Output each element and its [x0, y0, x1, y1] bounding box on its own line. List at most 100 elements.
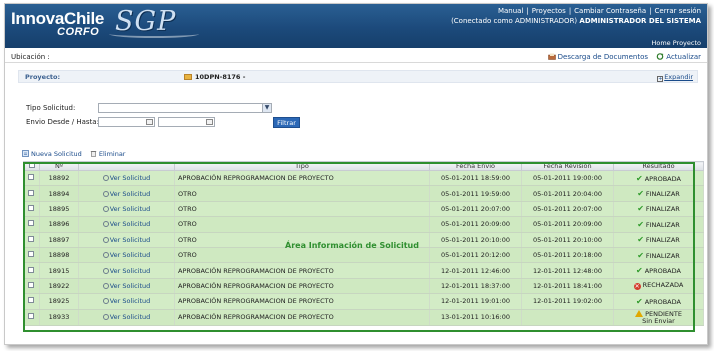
result-status: APROBADA: [613, 262, 704, 279]
row-checkbox[interactable]: [28, 204, 35, 211]
row-select-cell[interactable]: [23, 278, 40, 295]
result-status: FINALIZAR: [613, 185, 704, 202]
calendar-icon[interactable]: [206, 119, 213, 125]
magnifier-icon: [102, 236, 109, 243]
folder-icon: [184, 74, 192, 80]
review-date: 05-01-2011 20:10:00: [521, 232, 614, 248]
chevron-down-icon[interactable]: ▼: [262, 104, 271, 112]
new-request-button[interactable]: Nueva Solicitud: [22, 150, 82, 158]
column-header-tipo[interactable]: Tipo: [174, 161, 430, 171]
check-icon-result: FINALIZAR: [637, 221, 680, 229]
envio-desde-input[interactable]: [98, 117, 155, 127]
table-row[interactable]: 18896 Ver Solicitud OTRO 05-01-2011 20:0…: [23, 216, 704, 233]
request-number: 18933: [39, 309, 79, 326]
home-proyecto-link[interactable]: Home Proyecto: [651, 39, 701, 47]
row-select-cell[interactable]: [23, 262, 40, 279]
view-request-link[interactable]: Ver Solicitud: [78, 247, 175, 264]
magnifier-icon: [102, 267, 109, 274]
row-select-cell[interactable]: [23, 309, 40, 326]
request-number: 18894: [39, 185, 79, 202]
row-checkbox[interactable]: [28, 297, 35, 304]
row-checkbox[interactable]: [28, 281, 35, 288]
table-row[interactable]: 18922 Ver Solicitud APROBACIÓN REPROGRAM…: [23, 278, 704, 295]
refresh-link[interactable]: Actualizar: [656, 53, 701, 61]
row-select-cell[interactable]: [23, 293, 40, 310]
logo-sgp: SGP: [115, 6, 177, 37]
magnifier-icon: [102, 282, 109, 289]
delete-button[interactable]: Eliminar: [90, 150, 125, 158]
view-request-link[interactable]: Ver Solicitud: [78, 309, 175, 326]
view-request-link[interactable]: Ver Solicitud: [78, 262, 175, 279]
column-header-n[interactable]: Nº: [39, 161, 79, 171]
row-select-cell[interactable]: [23, 201, 40, 218]
column-header-fecha-envio[interactable]: Fecha Envio: [429, 161, 522, 171]
check-icon-result: APROBADA: [636, 298, 681, 306]
table-toolbar: Nueva Solicitud Eliminar: [22, 150, 131, 158]
download-documents-link[interactable]: Descarga de Documentos: [547, 53, 651, 61]
cambiar-contrasena-link[interactable]: Cambiar Contraseña: [574, 7, 646, 15]
view-request-link[interactable]: Ver Solicitud: [78, 185, 175, 202]
review-date: 05-01-2011 19:00:00: [521, 170, 614, 187]
magnifier-icon: [102, 314, 109, 321]
check-icon-result: FINALIZAR: [637, 252, 680, 260]
download-icon: [547, 53, 556, 60]
view-request-link[interactable]: Ver Solicitud: [78, 170, 175, 187]
row-select-cell[interactable]: [23, 247, 40, 264]
envio-hasta-input[interactable]: [158, 117, 215, 127]
request-type: APROBACIÓN REPROGRAMACION DE PROYECTO: [174, 262, 430, 279]
row-checkbox[interactable]: [28, 220, 35, 227]
logo-corfo: CORFO: [57, 26, 100, 38]
sent-date: 05-01-2011 20:10:00: [429, 232, 522, 248]
view-request-link[interactable]: Ver Solicitud: [78, 201, 175, 218]
tipo-solicitud-select[interactable]: ▼: [98, 103, 272, 113]
check-icon-result: APROBADA: [636, 175, 681, 183]
expand-link[interactable]: + Expandir: [657, 73, 693, 82]
manual-link[interactable]: Manual: [498, 7, 523, 15]
row-select-cell[interactable]: [23, 216, 40, 233]
row-select-cell[interactable]: [23, 170, 40, 187]
review-date: 05-01-2011 20:18:00: [521, 247, 614, 264]
request-type: OTRO: [174, 201, 430, 218]
area-highlight-label: Área Información de Solicitud: [285, 241, 419, 250]
select-all-checkbox[interactable]: [28, 162, 35, 168]
review-date: 12-01-2011 12:48:00: [521, 262, 614, 279]
filter-button[interactable]: Filtrar: [273, 117, 300, 128]
row-checkbox[interactable]: [28, 189, 35, 196]
view-request-link[interactable]: Ver Solicitud: [78, 216, 175, 233]
check-icon-result: FINALIZAR: [637, 236, 680, 244]
review-date: 05-01-2011 20:07:00: [521, 201, 614, 218]
column-header-fecha-revision[interactable]: Fecha Revision: [521, 161, 614, 171]
magnifier-icon: [102, 190, 109, 197]
table-row[interactable]: 18925 Ver Solicitud APROBACIÓN REPROGRAM…: [23, 293, 704, 310]
proyectos-link[interactable]: Proyectos: [532, 7, 566, 15]
calendar-icon[interactable]: [146, 119, 153, 125]
row-checkbox[interactable]: [28, 235, 35, 242]
table-row[interactable]: 18915 Ver Solicitud APROBACIÓN REPROGRAM…: [23, 262, 704, 279]
table-row[interactable]: 18933 Ver Solicitud APROBACIÓN REPROGRAM…: [23, 309, 704, 326]
view-request-link[interactable]: Ver Solicitud: [78, 232, 175, 248]
table-row[interactable]: 18894 Ver Solicitud OTRO 05-01-2011 19:5…: [23, 185, 704, 202]
rejected-icon: ✕: [633, 283, 641, 291]
result-status: PENDIENTE Sin Enviar: [613, 309, 704, 326]
row-checkbox[interactable]: [28, 251, 35, 258]
result-status: FINALIZAR: [613, 232, 704, 248]
select-all-header[interactable]: [23, 161, 40, 171]
table-row[interactable]: 18892 Ver Solicitud APROBACIÓN REPROGRAM…: [23, 170, 704, 187]
header-banner: InnovaChile CORFO SGP Manual | Proyectos | C…: [5, 4, 707, 48]
row-select-cell[interactable]: [23, 232, 40, 248]
row-checkbox[interactable]: [28, 313, 35, 320]
row-select-cell[interactable]: [23, 185, 40, 202]
column-header-resultado[interactable]: Resultado: [613, 161, 704, 171]
cerrar-sesion-link[interactable]: Cerrar sesión: [655, 7, 701, 15]
request-type: OTRO: [174, 216, 430, 233]
request-number: 18896: [39, 216, 79, 233]
result-status: FINALIZAR: [613, 247, 704, 264]
magnifier-icon: [102, 252, 109, 259]
sent-date: 05-01-2011 19:59:00: [429, 185, 522, 202]
view-request-link[interactable]: Ver Solicitud: [78, 278, 175, 295]
view-request-link[interactable]: Ver Solicitud: [78, 293, 175, 310]
row-checkbox[interactable]: [28, 266, 35, 273]
sent-date: 05-01-2011 20:07:00: [429, 201, 522, 218]
row-checkbox[interactable]: [28, 174, 35, 181]
table-row[interactable]: 18895 Ver Solicitud OTRO 05-01-2011 20:0…: [23, 201, 704, 218]
